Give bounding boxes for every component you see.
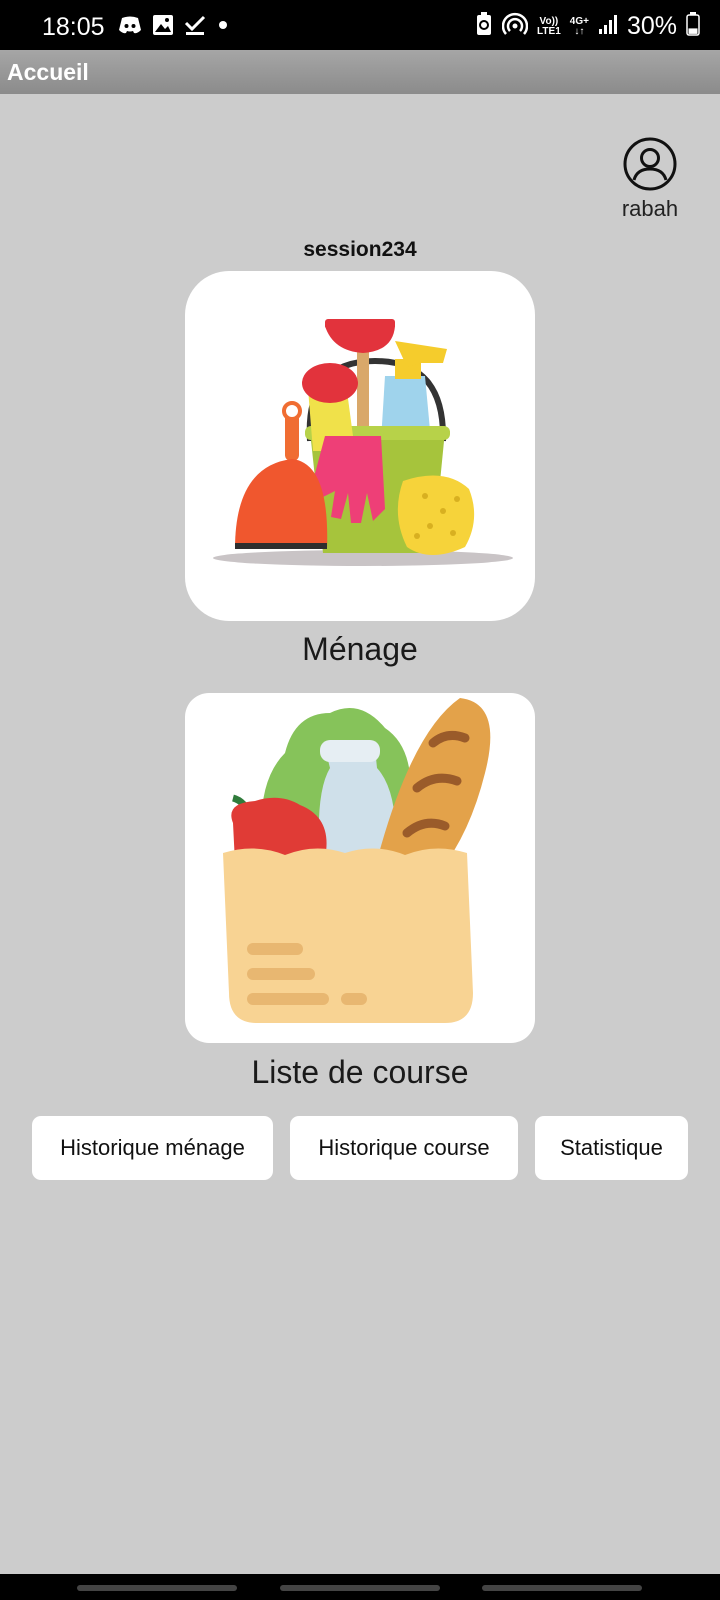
battery-level-fill xyxy=(688,28,698,34)
nav-pill[interactable] xyxy=(77,1585,237,1591)
battery-saver-icon xyxy=(475,12,493,41)
discord-icon xyxy=(118,15,142,40)
historique-course-button[interactable]: Historique course xyxy=(290,1116,518,1180)
menage-card[interactable] xyxy=(185,271,535,621)
volte-label-bottom: LTE1 xyxy=(537,25,561,37)
session-name: session234 xyxy=(303,238,417,261)
course-card[interactable] xyxy=(185,693,535,1043)
page-title: Accueil xyxy=(7,59,89,85)
volte-icon: Vo)) LTE1 xyxy=(537,16,561,37)
dot-icon xyxy=(216,18,230,37)
menage-label: Ménage xyxy=(302,631,418,667)
course-label: Liste de course xyxy=(251,1054,469,1090)
nav-pill[interactable] xyxy=(280,1585,440,1591)
historique-menage-button[interactable]: Historique ménage xyxy=(32,1116,273,1180)
grocery-bag-icon xyxy=(223,698,491,1023)
battery-icon xyxy=(686,12,700,41)
account-circle-icon xyxy=(623,137,677,191)
checkmark-icon xyxy=(184,14,206,41)
image-icon xyxy=(152,14,174,41)
system-icons: Vo)) LTE1 4G+ ↓↑ 30% xyxy=(475,12,700,41)
username: rabah xyxy=(621,196,679,221)
network-label-bottom: ↓↑ xyxy=(574,25,585,37)
navigation-bar xyxy=(0,1574,720,1600)
notification-icons xyxy=(118,14,230,41)
4g-icon: 4G+ ↓↑ xyxy=(570,16,589,37)
battery-percent: 30% xyxy=(626,12,677,40)
cleaning-supplies-icon xyxy=(213,319,513,566)
status-time: 18:05 xyxy=(42,13,105,41)
nav-pill[interactable] xyxy=(482,1585,642,1591)
hotspot-icon xyxy=(501,12,529,41)
app-bar: Accueil xyxy=(0,50,720,94)
statistique-button[interactable]: Statistique xyxy=(535,1116,688,1180)
status-bar: 18:05 Vo)) LTE1 4G+ ↓↑ 30% xyxy=(0,0,720,50)
profile-button[interactable]: rabah xyxy=(610,136,690,222)
signal-icon xyxy=(598,13,618,40)
